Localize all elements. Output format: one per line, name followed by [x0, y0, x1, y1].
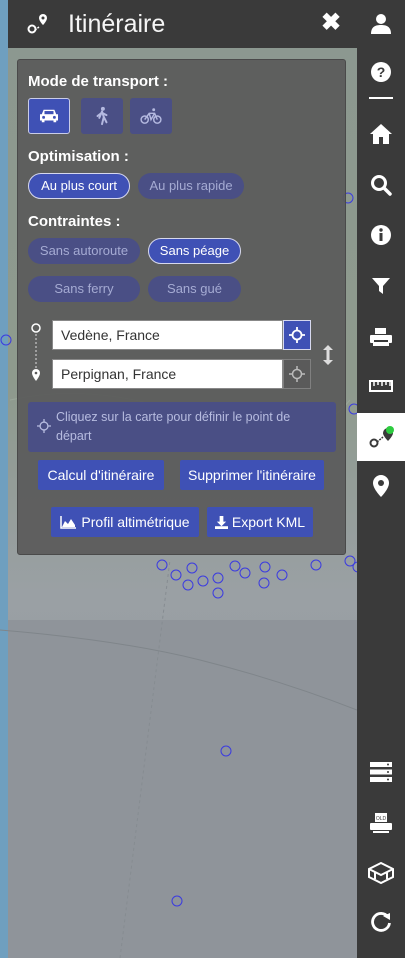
svg-text:OLD: OLD — [376, 816, 387, 822]
tool-print-old[interactable]: OLD — [357, 799, 405, 847]
user-icon — [371, 14, 391, 34]
refresh-icon — [371, 912, 391, 932]
tool-user[interactable] — [357, 0, 405, 48]
itinerary-panel: Mode de transport : Optimisation : Au pl… — [17, 59, 346, 555]
mode-walk-button[interactable] — [81, 98, 123, 134]
calculate-route-button[interactable]: Calcul d'itinéraire — [38, 460, 164, 490]
bike-icon — [140, 108, 162, 124]
svg-text:?: ? — [377, 64, 386, 80]
mode-car-button[interactable] — [28, 98, 70, 134]
crosshair-icon — [289, 366, 305, 382]
crosshair-icon — [289, 327, 305, 343]
tool-route[interactable] — [357, 413, 405, 461]
end-address-input[interactable]: Perpignan, France — [52, 359, 283, 389]
mode-bike-button[interactable] — [130, 98, 172, 134]
toolbar-divider — [369, 97, 393, 99]
info-icon — [371, 225, 391, 245]
no-ferry-option[interactable]: Sans ferry — [28, 276, 140, 302]
close-icon[interactable]: ✖ — [319, 10, 343, 36]
download-icon — [214, 516, 228, 529]
no-toll-option[interactable]: Sans péage — [148, 238, 241, 264]
fastest-option[interactable]: Au plus rapide — [138, 173, 244, 199]
tool-refresh[interactable] — [357, 898, 405, 946]
panel-header: Itinéraire ✖ — [8, 0, 357, 48]
tool-layers[interactable] — [357, 748, 405, 796]
marker-icon — [373, 475, 389, 497]
tool-print[interactable] — [357, 313, 405, 361]
route-line-icon — [31, 323, 41, 381]
filter-icon — [372, 278, 390, 294]
tool-3d[interactable] — [357, 849, 405, 897]
car-icon — [40, 109, 58, 123]
export-kml-label: Export KML — [231, 514, 306, 530]
start-locate-button[interactable] — [283, 320, 311, 350]
ruler-icon — [369, 380, 393, 392]
elevation-profile-button[interactable]: Profil altimétrique — [51, 507, 199, 537]
start-address-input[interactable]: Vedène, France — [52, 320, 283, 350]
map-3d-icon — [368, 862, 394, 884]
export-kml-button[interactable]: Export KML — [207, 507, 313, 537]
tool-info[interactable] — [357, 211, 405, 259]
delete-route-button[interactable]: Supprimer l'itinéraire — [180, 460, 324, 490]
tool-filter[interactable] — [357, 262, 405, 310]
tool-measure[interactable] — [357, 362, 405, 410]
swap-arrows-icon[interactable] — [322, 344, 334, 366]
home-icon — [370, 124, 392, 144]
click-map-hint: Cliquez sur la carte pour définir le poi… — [28, 402, 336, 452]
print-icon — [370, 328, 392, 346]
print-old-icon: OLD — [370, 813, 392, 833]
optimisation-title: Optimisation : — [28, 148, 129, 165]
tool-home[interactable] — [357, 110, 405, 158]
crosshair-icon — [37, 419, 51, 433]
transport-title: Mode de transport : — [28, 73, 169, 90]
shortest-option[interactable]: Au plus court — [28, 173, 130, 199]
elevation-profile-label: Profil altimétrique — [81, 514, 190, 530]
tool-marker[interactable] — [357, 462, 405, 510]
right-toolbar: ? OLD — [357, 0, 405, 958]
hint-text: Cliquez sur la carte pour définir le poi… — [56, 410, 291, 443]
no-highway-option[interactable]: Sans autoroute — [28, 238, 140, 264]
chart-area-icon — [60, 516, 77, 529]
no-ford-option[interactable]: Sans gué — [148, 276, 241, 302]
walk-icon — [96, 106, 108, 126]
panel-title: Itinéraire — [68, 10, 166, 38]
tool-search[interactable] — [357, 161, 405, 209]
help-icon: ? — [371, 62, 391, 82]
contraintes-title: Contraintes : — [28, 213, 121, 230]
search-icon — [371, 175, 392, 196]
route-marker-icon — [27, 14, 47, 34]
route-icon — [369, 426, 394, 448]
tool-help[interactable]: ? — [357, 48, 405, 96]
end-locate-button[interactable] — [283, 359, 311, 389]
layers-icon — [370, 762, 392, 782]
